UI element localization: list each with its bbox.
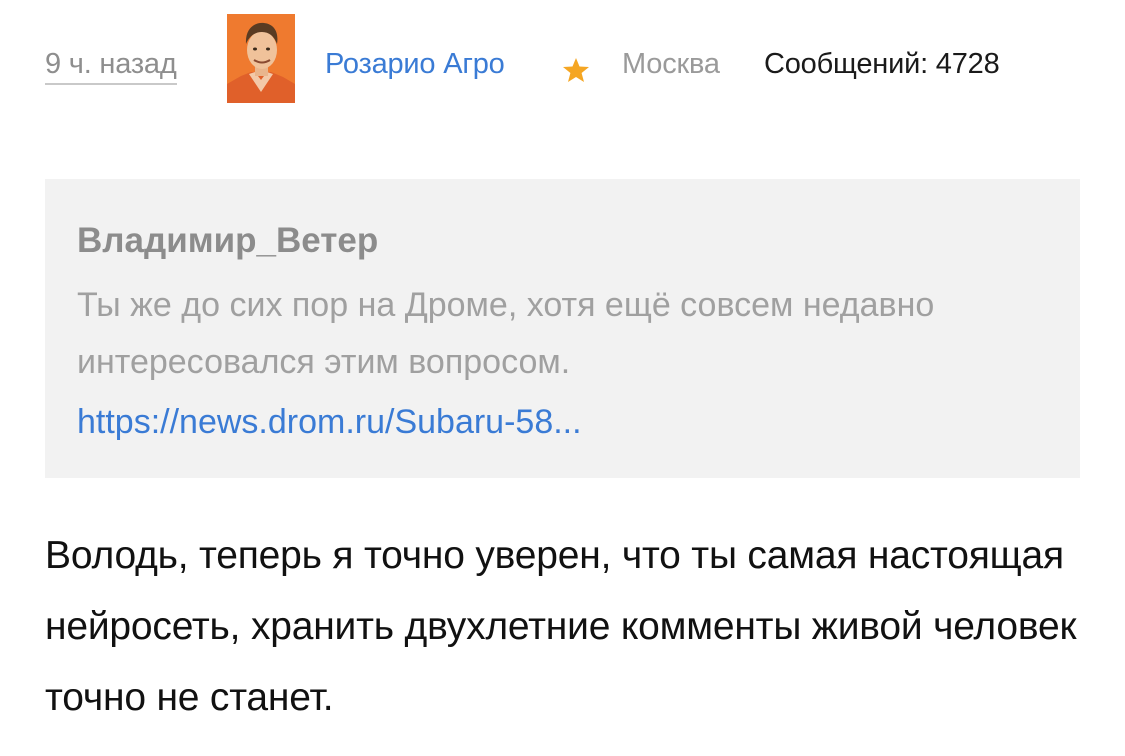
quote-text: Ты же до сих пор на Дроме, хотя ещё совс… [77,286,935,381]
reply-text: Володь, теперь я точно уверен, что ты са… [45,534,1077,719]
author-city: Москва [622,48,720,80]
author-post-count: Сообщений: 4728 [764,48,1000,80]
star-icon [562,57,590,83]
author-avatar[interactable] [227,14,295,103]
quote-link[interactable]: https://news.drom.ru/Subaru-58... [77,400,582,444]
quote-author: Владимир_Ветер [77,221,379,260]
post-timestamp-link[interactable]: 9 ч. назад [45,46,177,85]
avatar-portrait-image [227,14,295,103]
author-name-link[interactable]: Розарио Агро [325,46,505,82]
quote-block: Владимир_Ветер Ты же до сих пор на Дроме… [45,179,1080,478]
post-meta-row: 9 ч. назад Розарио Агро Москва Сообщений… [0,0,1125,120]
